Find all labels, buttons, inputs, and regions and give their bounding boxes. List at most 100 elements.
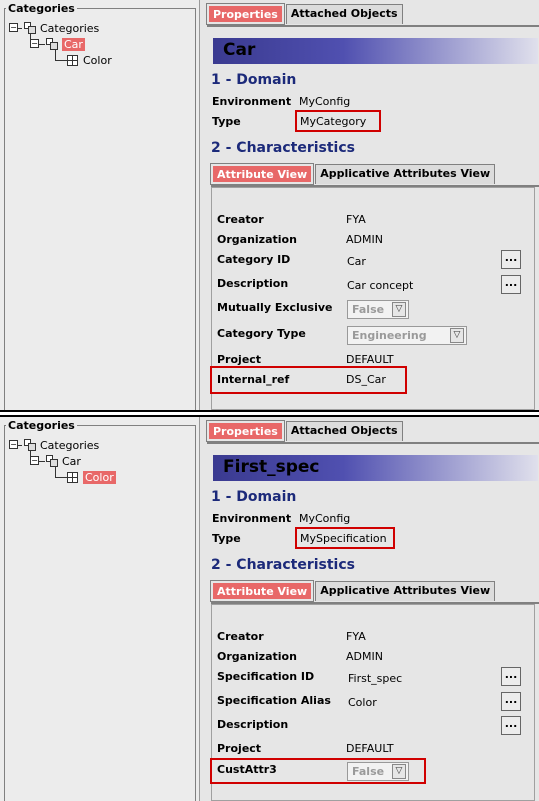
object-title-bar: Car xyxy=(213,38,538,64)
object-title: Car xyxy=(223,40,256,60)
description-label: Description xyxy=(217,277,289,290)
tree-connector xyxy=(38,461,45,462)
internal-ref-label: Internal_ref xyxy=(217,373,290,386)
category-tree-pane: Categories − − Categories Car Color xyxy=(0,0,200,412)
organization-value: ADMIN xyxy=(346,650,383,663)
specification-grid-icon xyxy=(67,471,78,483)
properties-panel-first-spec: Categories − − Categories Car Color Prop… xyxy=(0,417,539,801)
tree-node-label: Categories xyxy=(40,438,100,452)
description-edit-button[interactable]: ... xyxy=(501,275,521,294)
tab-properties[interactable]: Properties xyxy=(206,420,285,442)
category-id-browse-button[interactable]: ... xyxy=(501,250,521,269)
environment-value: MyConfig xyxy=(299,95,351,108)
tab-attribute-view[interactable]: Attribute View xyxy=(209,580,315,602)
organization-label: Organization xyxy=(217,650,297,663)
mutually-exclusive-selected: False xyxy=(352,303,385,316)
tree-node-label: Categories xyxy=(40,21,100,35)
characteristics-tabbar: Attribute View Applicative Attributes Vi… xyxy=(209,163,497,185)
tree-connector xyxy=(55,467,56,477)
type-label: Type xyxy=(212,115,241,128)
tree-node-color[interactable]: Color xyxy=(67,470,116,484)
category-type-label: Category Type xyxy=(217,327,306,340)
tree-node-categories-root[interactable]: Categories xyxy=(24,21,99,35)
main-tabbar: Properties Attached Objects xyxy=(206,420,405,442)
tab-attribute-view[interactable]: Attribute View xyxy=(209,163,315,185)
main-tabbar: Properties Attached Objects xyxy=(206,3,405,25)
category-folder-icon xyxy=(46,38,58,50)
custattr3-selected: False xyxy=(352,765,385,778)
specification-alias-edit-button[interactable]: ... xyxy=(501,692,521,711)
tree-connector xyxy=(55,50,56,60)
project-label: Project xyxy=(217,742,262,755)
type-value: MySpecification xyxy=(300,532,387,545)
tree-pane-title: Categories xyxy=(6,419,77,432)
internal-ref-value: DS_Car xyxy=(346,373,386,386)
specification-alias-label: Specification Alias xyxy=(217,694,331,707)
tab-properties[interactable]: Properties xyxy=(206,3,285,25)
type-label: Type xyxy=(212,532,241,545)
category-folder-icon xyxy=(46,455,58,467)
custattr3-select[interactable]: False ▽ xyxy=(347,762,409,781)
tree-node-color[interactable]: Color xyxy=(67,53,112,67)
collapse-icon[interactable]: − xyxy=(9,440,18,449)
section-domain-heading: 1 - Domain xyxy=(211,489,297,505)
section-characteristics-heading: 2 - Characteristics xyxy=(211,140,355,156)
tree-node-label: Color xyxy=(83,53,112,67)
properties-content: Properties Attached Objects Car 1 - Doma… xyxy=(201,0,539,410)
collapse-icon[interactable]: − xyxy=(30,456,39,465)
object-title-bar: First_spec xyxy=(213,455,538,481)
category-id-value: Car xyxy=(347,255,366,268)
object-title: First_spec xyxy=(223,457,320,477)
tree-node-label-selected: Car xyxy=(62,37,85,51)
collapse-icon[interactable]: − xyxy=(9,23,18,32)
tree-node-car[interactable]: Car xyxy=(46,37,85,51)
tree-connector xyxy=(55,60,67,61)
properties-panel-car: Categories − − Categories Car Color Prop… xyxy=(0,0,539,412)
category-type-select[interactable]: Engineering ▽ xyxy=(347,326,467,345)
custattr3-label: CustAttr3 xyxy=(217,763,277,776)
environment-value: MyConfig xyxy=(299,512,351,525)
creator-label: Creator xyxy=(217,213,264,226)
creator-label: Creator xyxy=(217,630,264,643)
tree-node-categories-root[interactable]: Categories xyxy=(24,438,99,452)
category-folder-icon xyxy=(24,439,36,451)
tree-node-label-selected: Color xyxy=(83,470,116,484)
triangle-down-icon: ▽ xyxy=(392,764,406,779)
project-value: DEFAULT xyxy=(346,353,394,366)
organization-value: ADMIN xyxy=(346,233,383,246)
specification-id-value: First_spec xyxy=(348,672,403,685)
section-characteristics-heading: 2 - Characteristics xyxy=(211,557,355,573)
mutually-exclusive-label: Mutually Exclusive xyxy=(217,301,333,314)
environment-label: Environment xyxy=(212,512,292,525)
collapse-icon[interactable]: − xyxy=(30,39,39,48)
creator-value: FYA xyxy=(346,213,366,226)
description-edit-button[interactable]: ... xyxy=(501,716,521,735)
project-label: Project xyxy=(217,353,262,366)
specification-id-browse-button[interactable]: ... xyxy=(501,667,521,686)
tab-applicative-attributes-view[interactable]: Applicative Attributes View xyxy=(315,581,496,601)
triangle-down-icon: ▽ xyxy=(392,302,406,317)
properties-content: Properties Attached Objects First_spec 1… xyxy=(201,417,539,801)
category-tree-pane: Categories − − Categories Car Color xyxy=(0,417,200,801)
tree-node-label: Car xyxy=(62,454,81,468)
description-label: Description xyxy=(217,718,289,731)
panel-divider xyxy=(0,410,539,417)
tab-applicative-attributes-view[interactable]: Applicative Attributes View xyxy=(315,164,496,184)
tab-attached-objects[interactable]: Attached Objects xyxy=(285,4,403,24)
environment-label: Environment xyxy=(212,95,292,108)
tree-node-car[interactable]: Car xyxy=(46,454,81,468)
project-value: DEFAULT xyxy=(346,742,394,755)
tab-attached-objects[interactable]: Attached Objects xyxy=(285,421,403,441)
characteristics-tabbar: Attribute View Applicative Attributes Vi… xyxy=(209,580,497,602)
organization-label: Organization xyxy=(217,233,297,246)
category-id-label: Category ID xyxy=(217,253,291,266)
tree-connector xyxy=(38,44,45,45)
tab-divider xyxy=(207,442,539,444)
tab-divider xyxy=(207,25,539,27)
category-folder-icon xyxy=(24,22,36,34)
tree-pane-title: Categories xyxy=(6,2,77,15)
mutually-exclusive-select[interactable]: False ▽ xyxy=(347,300,409,319)
description-value: Car concept xyxy=(347,279,414,292)
specification-id-label: Specification ID xyxy=(217,670,315,683)
tree-frame xyxy=(4,8,196,412)
